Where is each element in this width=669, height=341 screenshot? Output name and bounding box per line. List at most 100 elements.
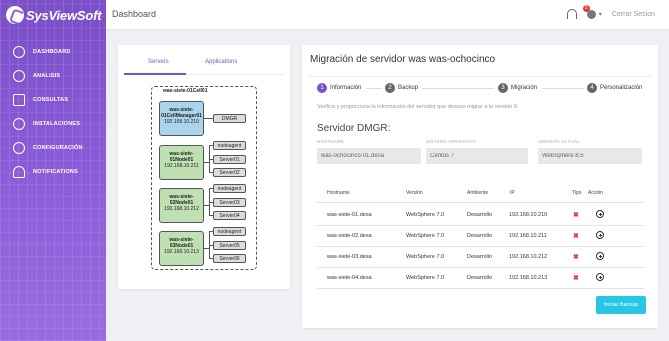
cell-ip: 192.168.10.211 — [509, 233, 547, 239]
server-box[interactable]: DMGR — [213, 114, 246, 123]
cell-ambiente: Desarrollo — [467, 212, 493, 218]
sidebar-item-label: DASHBOARD — [33, 49, 71, 55]
step-number: 1 — [317, 83, 327, 93]
step-informacion[interactable]: 1 Información — [317, 83, 361, 93]
sidebar-item-dashboard[interactable]: DASHBOARD — [0, 40, 106, 64]
step-personalizacion[interactable]: 4 Personalización — [587, 83, 642, 93]
active-tab-indicator — [124, 73, 186, 75]
step-backup[interactable]: 2 Backup — [385, 83, 418, 93]
gear-icon — [13, 142, 25, 154]
section-title: Servidor DMGR: — [317, 123, 391, 134]
sidebar-item-label: CONFIGURACIÓN — [33, 145, 83, 151]
cell-version: WebSphere 7.0 — [406, 254, 445, 260]
cell-ip: 192.168.10.213 — [509, 275, 548, 281]
sidebar-item-configuracion[interactable]: CONFIGURACIÓN — [0, 136, 106, 160]
sidebar: SysViewSoft DASHBOARD ANALISIS CONSULTAS… — [0, 0, 106, 341]
brand-logo[interactable]: SysViewSoft — [6, 6, 102, 24]
bell-icon — [13, 166, 25, 178]
add-action-icon[interactable] — [596, 231, 604, 239]
divider — [317, 288, 644, 289]
sidebar-item-analisis[interactable]: ANALISIS — [0, 64, 106, 88]
step-label: Información — [330, 85, 362, 91]
start-backup-button[interactable]: Iniciar Backup — [596, 296, 646, 314]
node-ip: 192.168.10.211 — [164, 163, 199, 169]
hostname-field[interactable] — [317, 148, 421, 164]
user-icon[interactable]: 5 — [582, 4, 596, 19]
tab-applications[interactable]: Applications — [205, 59, 237, 65]
sidebar-item-notifications[interactable]: NOTIFICATIONS — [0, 160, 106, 184]
sidebar-item-instalaciones[interactable]: INSTALACIONES — [0, 112, 106, 136]
node-box[interactable]: was-siete- 02Node01 192.168.10.212 — [159, 188, 204, 223]
step-number: 4 — [587, 83, 597, 93]
column-header: IP — [510, 190, 515, 196]
server-box[interactable]: Server01 — [213, 155, 246, 164]
topbar-actions: 5 ▾ Cerrar Sesion — [566, 4, 655, 19]
type-x-icon: ✖ — [573, 275, 579, 282]
column-header: Versión — [406, 190, 423, 196]
chevron-down-icon[interactable]: ▾ — [599, 11, 602, 18]
install-icon — [13, 118, 25, 130]
add-action-icon[interactable] — [596, 252, 604, 260]
add-action-icon[interactable] — [596, 273, 604, 281]
migration-card: Migración de servidor was was-ochocinco … — [302, 45, 658, 328]
os-field[interactable] — [426, 148, 528, 164]
step-connector — [422, 88, 494, 89]
logout-link[interactable]: Cerrar Sesion — [612, 11, 655, 18]
topbar: Dashboard 5 ▾ Cerrar Sesion — [106, 0, 669, 30]
cell-version: WebSphere 7.0 — [406, 233, 445, 239]
add-action-icon[interactable] — [596, 210, 604, 218]
dmgr-node[interactable]: was-siete- 01CellManager01 192.168.10.21… — [159, 101, 204, 136]
sidebar-item-label: INSTALACIONES — [33, 121, 81, 127]
brand-name: SysViewSoft — [26, 7, 102, 23]
migration-title: Migración de servidor was was-ochocinco — [310, 54, 496, 65]
cell-ambiente: Desarrollo — [467, 254, 493, 260]
step-number: 3 — [498, 83, 508, 93]
node-box[interactable]: was-siete- 03Node01 192.168.10.213 — [159, 231, 204, 266]
node-ip: 192.168.10.213 — [164, 249, 199, 255]
notification-badge: 5 — [582, 4, 590, 12]
cell-version: WebSphere 7.0 — [406, 275, 445, 281]
sidebar-item-label: ANALISIS — [33, 73, 61, 79]
step-label: Migración — [511, 85, 538, 91]
sidebar-nav: DASHBOARD ANALISIS CONSULTAS INSTALACION… — [0, 40, 106, 184]
sidebar-item-consultas[interactable]: CONSULTAS — [0, 88, 106, 112]
gauge-icon[interactable] — [566, 9, 577, 19]
topology-tabs: Servers Applications — [124, 57, 284, 75]
step-connector — [542, 88, 584, 89]
divider — [309, 76, 651, 77]
server-box[interactable]: Server05 — [213, 241, 246, 250]
cell-hostname: was-siete-02.desa — [327, 233, 372, 239]
step-migracion[interactable]: 3 Migración — [498, 83, 537, 93]
document-icon — [13, 94, 25, 106]
topology-card: Servers Applications was-siete-01Cell01 … — [118, 45, 290, 289]
cell-version: WebSphere 7.0 — [406, 212, 445, 218]
column-header: Acción — [588, 190, 604, 196]
divider — [317, 202, 644, 203]
sidebar-item-label: CONSULTAS — [33, 97, 69, 103]
step-connector — [366, 88, 382, 89]
version-field[interactable] — [538, 148, 642, 164]
node-ip: 192.168.10.212 — [164, 206, 199, 212]
tab-servers[interactable]: Servers — [148, 59, 169, 65]
type-x-icon: ✖ — [573, 233, 579, 240]
cell-ambiente: Desarrollo — [467, 275, 493, 281]
node-box[interactable]: was-siete- 01Node01 192.168.10.211 — [159, 145, 204, 180]
sidebar-item-label: NOTIFICATIONS — [33, 169, 78, 175]
cell-ambiente: Desarrollo — [467, 233, 493, 239]
server-box[interactable]: Server06 — [213, 254, 246, 263]
cell-ip: 192.168.10.212 — [509, 254, 548, 260]
page-title: Dashboard — [112, 9, 157, 19]
server-box[interactable]: Server02 — [213, 168, 246, 177]
server-box[interactable]: nodeagent — [213, 227, 246, 236]
server-box[interactable]: nodeagent — [213, 184, 246, 193]
logo-icon — [6, 6, 24, 24]
server-box[interactable]: Server04 — [213, 211, 246, 220]
cell-hostname: was-siete-04.desa — [327, 275, 372, 281]
column-header: Tipo — [572, 190, 582, 196]
server-box[interactable]: Server03 — [213, 198, 246, 207]
type-x-icon: ✖ — [573, 212, 579, 219]
column-header: Hostname — [327, 190, 350, 196]
divider — [317, 267, 644, 268]
server-box[interactable]: nodeagent — [213, 141, 246, 150]
cell-ip: 192.168.10.210 — [509, 212, 548, 218]
